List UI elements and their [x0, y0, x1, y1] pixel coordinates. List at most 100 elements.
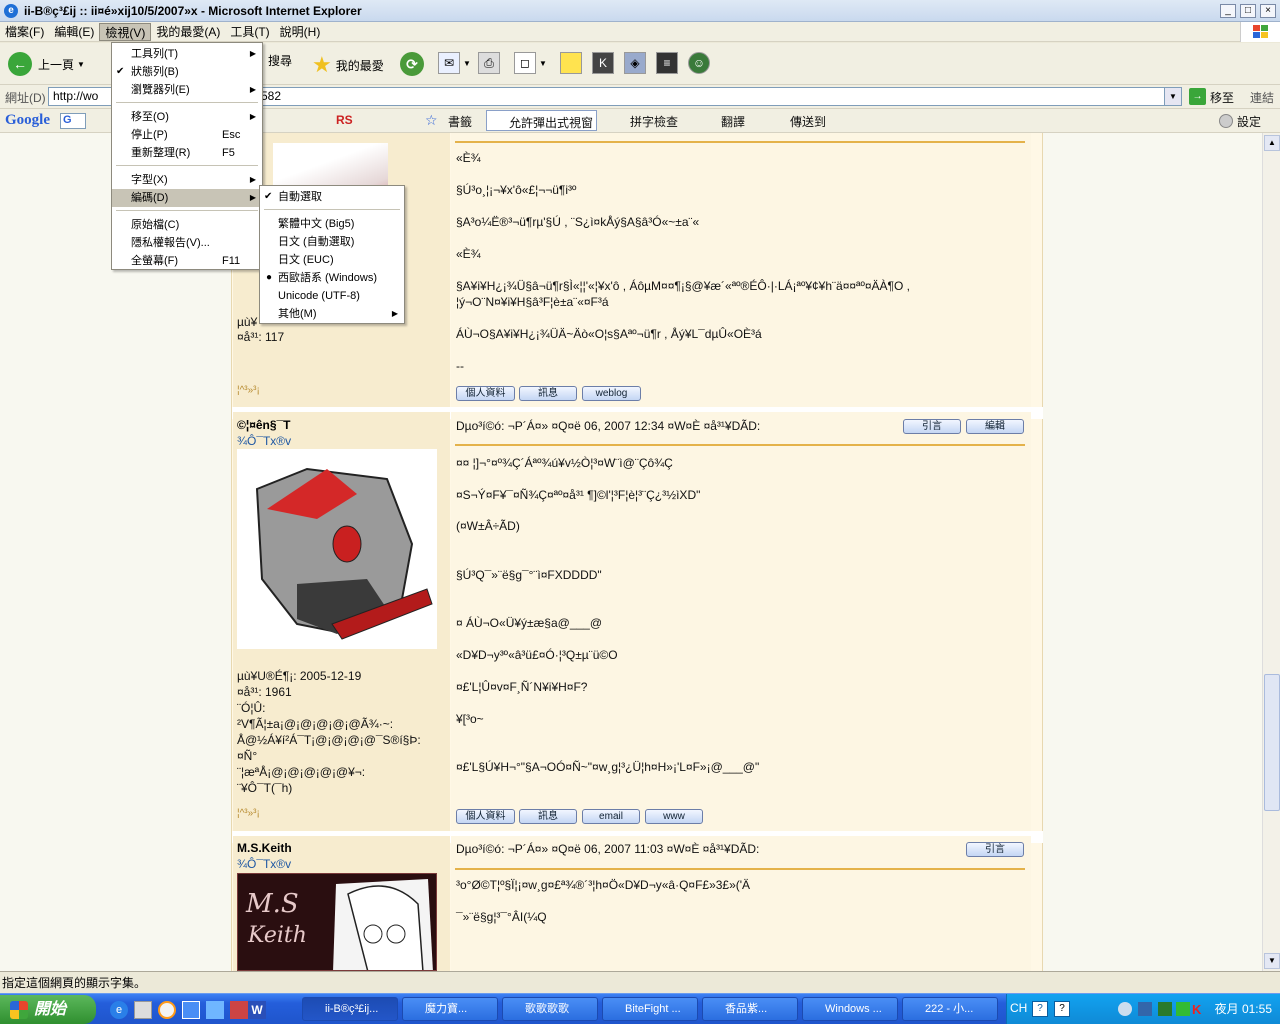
quote-button[interactable]: 引言	[966, 842, 1024, 857]
task-button-222[interactable]: 222 - 小...	[902, 997, 998, 1021]
menu-favorites[interactable]: 我的最愛(A)	[151, 23, 225, 41]
menu-item-label: 全螢幕(F)	[131, 255, 179, 267]
translate-button[interactable]: 翻譯	[721, 113, 745, 130]
history-button[interactable]: ⟳	[400, 52, 424, 76]
menu-item-stop[interactable]: 停止(P) Esc	[112, 126, 262, 144]
task-button-game[interactable]: 魔力寶...	[402, 997, 498, 1021]
quicklaunch-desktop-icon[interactable]	[134, 1001, 152, 1019]
google-search-box[interactable]: G	[60, 113, 86, 129]
menu-item-statusbar[interactable]: ✔ 狀態列(B)	[112, 63, 262, 81]
go-arrow-icon[interactable]: →	[1189, 88, 1206, 105]
task-button-ie[interactable]: ii-B®ç³£ij...	[302, 997, 398, 1021]
post-line: §A¥i¥H¿¡¾Ü§â¬ü¶r§Ì«¦¦'«¦¥x'ô , ÁôµM¤¤¶¡§…	[456, 279, 910, 293]
task-button-windows[interactable]: Windows ...	[802, 997, 898, 1021]
shortcut-label: F11	[222, 255, 241, 267]
post2-side-line: Å@½Á¥í²Á¯T¡@¡@¡@¡@¯S®í§Þ:	[237, 733, 421, 747]
research-button[interactable]: ◈	[624, 52, 646, 74]
scroll-up-icon[interactable]: ▲	[1264, 135, 1280, 151]
note-button[interactable]	[560, 52, 582, 74]
encoding-more[interactable]: 其他(M) ▶	[260, 305, 404, 323]
weblog-button[interactable]: weblog	[582, 386, 641, 401]
vertical-scrollbar[interactable]: ▲ ▼	[1262, 133, 1280, 971]
spellcheck-button[interactable]: 拼字檢查	[630, 113, 678, 130]
encoding-euc[interactable]: 日文 (EUC)	[260, 251, 404, 269]
submenu-arrow-icon: ▶	[249, 193, 256, 202]
menu-item-encoding[interactable]: 編碼(D) ▶	[112, 189, 262, 207]
search-button[interactable]: 搜尋	[268, 52, 292, 69]
email-button[interactable]: email	[582, 809, 640, 824]
menu-item-font[interactable]: 字型(X) ▶	[112, 171, 262, 189]
encoding-japanese-auto[interactable]: 日文 (自動選取)	[260, 233, 404, 251]
menu-item-toolbars[interactable]: 工具列(T) ▶	[112, 45, 262, 63]
menu-file[interactable]: 檔案(F)	[0, 23, 49, 41]
messenger-button[interactable]: ☺	[688, 52, 710, 74]
rs-button[interactable]: RS	[336, 113, 353, 127]
profile-button[interactable]: 個人資料	[456, 809, 515, 824]
quicklaunch-word-icon[interactable]: W	[248, 1001, 266, 1019]
quicklaunch-app-icon[interactable]	[230, 1001, 248, 1019]
menu-item-source[interactable]: 原始檔(C)	[112, 216, 262, 234]
back-to-top-link[interactable]: ¦^³»³¡	[237, 808, 260, 819]
menu-item-fullscreen[interactable]: 全螢幕(F) F11	[112, 252, 262, 270]
menu-edit[interactable]: 編輯(E)	[49, 23, 99, 41]
www-button[interactable]: www	[645, 809, 703, 824]
quicklaunch-folder-icon[interactable]	[182, 1001, 200, 1019]
menu-item-privacy-report[interactable]: 隱私權報告(V)...	[112, 234, 262, 252]
tray-expand-icon[interactable]	[1118, 1002, 1132, 1016]
favorites-button[interactable]: ★ 我的最愛	[312, 52, 384, 78]
pm-button[interactable]: 訊息	[519, 386, 577, 401]
menu-item-goto[interactable]: 移至(O) ▶	[112, 108, 262, 126]
encoding-utf8[interactable]: Unicode (UTF-8)	[260, 287, 404, 305]
menu-view[interactable]: 檢視(V)	[99, 22, 152, 41]
encoding-big5[interactable]: 繁體中文 (Big5)	[260, 215, 404, 233]
ime-icon[interactable]: ?	[1032, 1001, 1048, 1017]
back-arrow-icon: ←	[8, 52, 32, 76]
menu-help[interactable]: 說明(H)	[275, 23, 326, 41]
task-button-bitefight[interactable]: BiteFight ...	[602, 997, 698, 1021]
print-button[interactable]: ⎙	[478, 52, 500, 74]
scroll-down-icon[interactable]: ▼	[1264, 953, 1280, 969]
links-label[interactable]: 連結	[1250, 89, 1274, 106]
settings-icon	[1219, 114, 1233, 128]
post2-username[interactable]: ©¦¤ên§¯T	[237, 418, 291, 432]
help-icon[interactable]: ?	[1054, 1001, 1070, 1017]
quote-button[interactable]: 引言	[903, 419, 961, 434]
menu-item-label: 工具列(T)	[131, 48, 179, 60]
title-bar[interactable]: e ii-B®ç³£ij :: ii¤é»xij10/5/2007»x - Mi…	[0, 0, 1280, 22]
address-dropdown-icon[interactable]: ▼	[1164, 87, 1182, 106]
bookmarks-button[interactable]: 書籤	[448, 113, 472, 130]
maximize-button[interactable]: □	[1240, 3, 1256, 18]
download-button[interactable]: ≡	[656, 52, 678, 74]
menu-item-refresh[interactable]: 重新整理(R) F5	[112, 144, 262, 162]
task-button-folder[interactable]: 歌歌歌歌	[502, 997, 598, 1021]
quicklaunch-firefox-icon[interactable]	[158, 1001, 176, 1019]
edit-button[interactable]: ◻ ▼	[514, 52, 547, 74]
menu-item-explorer-bar[interactable]: 瀏覽器列(E) ▶	[112, 81, 262, 99]
encoding-western-windows[interactable]: ● 西歐語系 (Windows)	[260, 269, 404, 287]
profile-button[interactable]: 個人資料	[456, 386, 515, 401]
go-label[interactable]: 移至	[1210, 89, 1234, 106]
post3-username[interactable]: M.S.Keith	[237, 841, 292, 855]
quicklaunch-messenger-icon[interactable]	[206, 1001, 224, 1019]
sendto-button[interactable]: 傳送到	[790, 113, 826, 130]
edit-post-button[interactable]: 編輯	[966, 419, 1024, 434]
settings-button[interactable]: 設定	[1237, 113, 1261, 130]
menu-tools[interactable]: 工具(T)	[225, 23, 274, 41]
post3-user-title: ¾Ô¯Tx®v	[237, 857, 292, 871]
shortcut-label: Esc	[222, 129, 241, 141]
back-to-top-link[interactable]: ¦^³»³¡	[237, 385, 260, 396]
pm-button[interactable]: 訊息	[519, 809, 577, 824]
close-button[interactable]: ×	[1260, 3, 1276, 18]
clock: 夜月 01:55	[1214, 1002, 1272, 1016]
k-button[interactable]: K	[592, 52, 614, 74]
scroll-thumb[interactable]	[1264, 674, 1280, 811]
quicklaunch-ie-icon[interactable]: e	[110, 1001, 128, 1019]
language-indicator[interactable]: CH	[1010, 1001, 1027, 1015]
post3-body-cell	[451, 836, 1031, 971]
mail-button[interactable]: ✉ ▼	[438, 52, 471, 74]
minimize-button[interactable]: _	[1220, 3, 1236, 18]
encoding-auto-select[interactable]: ✔ 自動選取	[260, 188, 404, 206]
task-button-doc[interactable]: 香品紫...	[702, 997, 798, 1021]
popup-blocker-button[interactable]: 允許彈出式視窗	[486, 110, 597, 131]
back-button[interactable]: ← 上一頁 ▼	[8, 52, 85, 76]
